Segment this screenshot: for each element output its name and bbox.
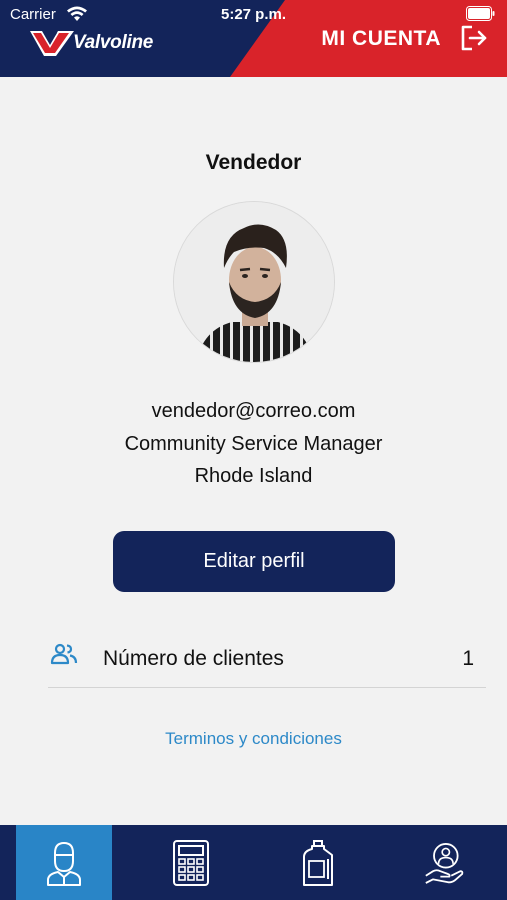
oil-bottle-icon (303, 839, 333, 886)
nav-support[interactable] (396, 825, 492, 900)
page-title: MI CUENTA (321, 27, 441, 50)
calculator-icon (173, 839, 209, 886)
app-header: Carrier 5:27 p.m. Valvoline MI CUENTA (0, 0, 507, 77)
valvoline-v-icon (30, 31, 74, 56)
profile-email: vendedor@correo.com (151, 400, 356, 422)
clients-row[interactable]: Número de clientes 1 (48, 628, 486, 688)
nav-profile[interactable] (16, 825, 112, 900)
bottom-nav (0, 825, 507, 900)
battery-icon (466, 6, 495, 21)
status-time: 5:27 p.m. (220, 6, 287, 23)
logout-icon[interactable] (459, 23, 489, 53)
edit-profile-button[interactable]: Editar perfil (113, 531, 395, 592)
person-icon (47, 841, 81, 886)
valvoline-logo: Valvoline (28, 28, 153, 58)
profile-location: Rhode Island (194, 465, 313, 487)
nav-calculator[interactable] (143, 825, 239, 900)
role-title: Vendedor (205, 151, 302, 174)
people-icon (50, 643, 78, 665)
clients-count: 1 (462, 647, 474, 670)
avatar (173, 201, 335, 363)
avatar-photo (174, 202, 334, 362)
status-bar: Carrier 5:27 p.m. (0, 0, 507, 28)
terms-link[interactable]: Terminos y condiciones (0, 729, 507, 749)
brand-name: Valvoline (73, 32, 154, 53)
nav-products[interactable] (270, 825, 366, 900)
clients-label: Número de clientes (103, 647, 284, 670)
profile-position: Community Service Manager (124, 433, 383, 455)
hand-service-icon (425, 842, 464, 884)
